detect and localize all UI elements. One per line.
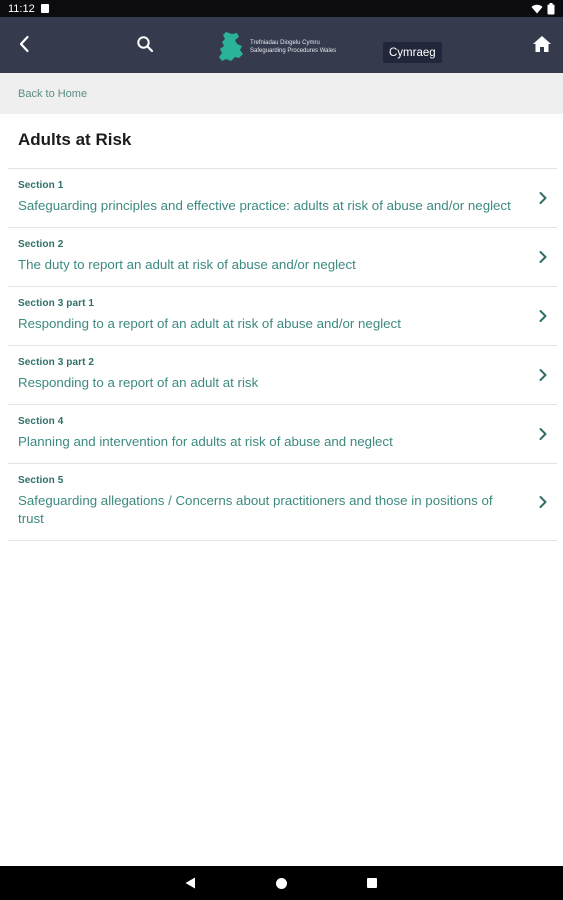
section-label: Section 3 part 2	[18, 357, 95, 368]
section-item-2[interactable]: Section 2 The duty to report an adult at…	[8, 228, 557, 287]
logo-line-welsh: Trefniadau Diogelu Cymru	[250, 40, 320, 46]
chevron-right-icon	[539, 251, 547, 263]
section-title: Safeguarding principles and effective pr…	[18, 198, 511, 213]
section-label: Section 5	[18, 475, 64, 486]
search-icon	[137, 36, 154, 53]
status-time: 11:12	[8, 2, 35, 15]
wales-logo-icon	[219, 32, 243, 61]
system-nav-bar	[0, 866, 563, 900]
nav-home-icon[interactable]	[276, 878, 287, 889]
section-title: Planning and intervention for adults at …	[18, 434, 393, 449]
home-button[interactable]	[527, 29, 557, 59]
wifi-icon	[531, 4, 543, 13]
section-item-4[interactable]: Section 4 Planning and intervention for …	[8, 405, 557, 464]
section-label: Section 3 part 1	[18, 298, 95, 309]
logo-text: Trefniadau Diogelu Cymru Safeguarding Pr…	[250, 39, 336, 55]
section-label: Section 4	[18, 416, 64, 427]
home-icon	[533, 36, 551, 52]
notification-icon	[40, 4, 49, 13]
section-label: Section 2	[18, 239, 64, 250]
section-item-3-part-2[interactable]: Section 3 part 2 Responding to a report …	[8, 346, 557, 405]
back-arrow-icon	[19, 35, 29, 53]
chevron-right-icon	[539, 428, 547, 440]
chevron-right-icon	[539, 192, 547, 204]
section-title: Responding to a report of an adult at ri…	[18, 316, 401, 331]
battery-icon	[547, 2, 555, 14]
section-title: Responding to a report of an adult at ri…	[18, 375, 259, 390]
logo-line-english: Safeguarding Procedures Wales	[250, 48, 337, 54]
section-list: Section 1 Safeguarding principles and ef…	[8, 169, 557, 541]
section-title: Safeguarding allegations / Concerns abou…	[18, 493, 493, 526]
status-bar: 11:12	[0, 0, 563, 17]
back-button[interactable]	[10, 30, 38, 58]
section-title: The duty to report an adult at risk of a…	[18, 257, 356, 272]
section-item-1[interactable]: Section 1 Safeguarding principles and ef…	[8, 169, 557, 228]
chevron-right-icon	[539, 310, 547, 322]
app-logo[interactable]: Trefniadau Diogelu Cymru Safeguarding Pr…	[218, 31, 336, 63]
chevron-right-icon	[539, 369, 547, 381]
section-item-3-part-1[interactable]: Section 3 part 1 Responding to a report …	[8, 287, 557, 346]
section-item-5[interactable]: Section 5 Safeguarding allegations / Con…	[8, 464, 557, 541]
nav-back-icon[interactable]	[185, 877, 196, 889]
section-label: Section 1	[18, 180, 64, 191]
back-to-home-link[interactable]: Back to Home	[18, 88, 87, 100]
nav-recents-icon[interactable]	[367, 878, 377, 888]
chevron-right-icon	[539, 496, 547, 508]
breadcrumb: Back to Home	[0, 73, 563, 114]
language-toggle-button[interactable]: Cymraeg	[383, 42, 442, 63]
app-bar: Trefniadau Diogelu Cymru Safeguarding Pr…	[0, 17, 563, 73]
search-button[interactable]	[131, 30, 159, 58]
page-title: Adults at Risk	[18, 130, 132, 149]
